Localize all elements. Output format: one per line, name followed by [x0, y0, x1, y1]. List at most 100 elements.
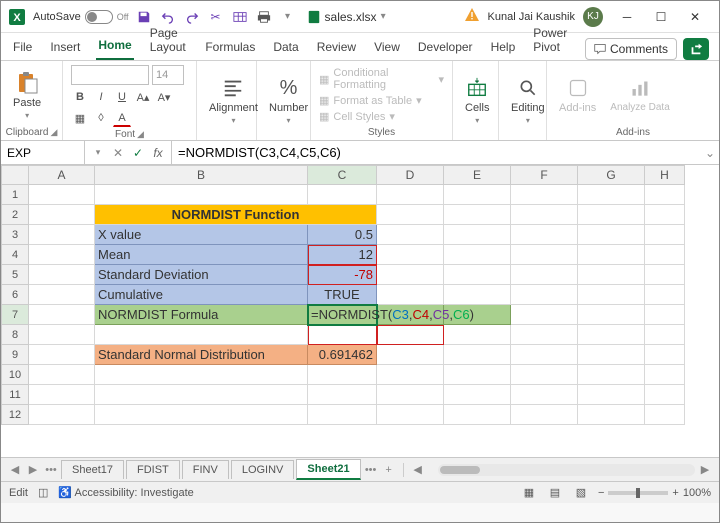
zoom-out-button[interactable]: −: [598, 487, 604, 499]
cell[interactable]: [29, 205, 95, 225]
conditional-formatting-button[interactable]: ▦Conditional Formatting ▾: [319, 67, 444, 91]
cell[interactable]: [511, 245, 578, 265]
cell[interactable]: [578, 225, 645, 245]
zoom-slider[interactable]: [608, 491, 668, 495]
cell[interactable]: [29, 285, 95, 305]
cell[interactable]: [444, 245, 511, 265]
cell[interactable]: Standard Deviation: [95, 265, 308, 285]
row-head-6[interactable]: 6: [1, 285, 29, 305]
sheet-tab-loginv[interactable]: LOGINV: [231, 460, 295, 479]
cell[interactable]: [511, 265, 578, 285]
sheet-nav-next-icon[interactable]: ▶: [25, 462, 41, 478]
spreadsheet-grid[interactable]: A B C D E F G H 123456789101112 NORMDIST…: [1, 165, 719, 457]
font-name-select[interactable]: [71, 65, 149, 85]
cell[interactable]: [645, 265, 685, 285]
cell[interactable]: [511, 185, 578, 205]
cell[interactable]: [444, 325, 511, 345]
cell[interactable]: [95, 385, 308, 405]
cell[interactable]: X value: [95, 225, 308, 245]
cell[interactable]: [578, 325, 645, 345]
cell[interactable]: [29, 405, 95, 425]
cell[interactable]: [645, 345, 685, 365]
row-head-11[interactable]: 11: [1, 385, 29, 405]
cell[interactable]: [29, 225, 95, 245]
editing-button[interactable]: Editing▾: [507, 74, 549, 127]
row-head-2[interactable]: 2: [1, 205, 29, 225]
cell[interactable]: [511, 205, 578, 225]
cell[interactable]: [95, 365, 308, 385]
cell[interactable]: [578, 265, 645, 285]
cell[interactable]: [377, 225, 444, 245]
sheet-tab-finv[interactable]: FINV: [182, 460, 229, 479]
cell[interactable]: [511, 225, 578, 245]
fill-color-button[interactable]: ◊: [92, 109, 110, 127]
cell[interactable]: [645, 245, 685, 265]
autosave-toggle[interactable]: AutoSave Off: [33, 10, 129, 24]
cell[interactable]: [444, 345, 511, 365]
row-head-10[interactable]: 10: [1, 365, 29, 385]
hscroll-left-icon[interactable]: ◀: [410, 462, 426, 478]
cell[interactable]: [578, 365, 645, 385]
minimize-button[interactable]: ─: [611, 4, 643, 30]
sheet-tab-sheet17[interactable]: Sheet17: [61, 460, 124, 479]
cell[interactable]: Cumulative: [95, 285, 308, 305]
select-all-corner[interactable]: [1, 165, 29, 185]
cell[interactable]: [308, 385, 377, 405]
row-head-3[interactable]: 3: [1, 225, 29, 245]
cell[interactable]: [578, 345, 645, 365]
cell[interactable]: [511, 325, 578, 345]
zoom-in-button[interactable]: +: [672, 487, 678, 499]
qat-dropdown-icon[interactable]: ▾: [281, 10, 295, 24]
row-head-12[interactable]: 12: [1, 405, 29, 425]
tab-page-layout[interactable]: Page Layout: [148, 22, 190, 60]
cell[interactable]: [511, 385, 578, 405]
cell[interactable]: [308, 405, 377, 425]
sheet-tab-fdist[interactable]: FDIST: [126, 460, 180, 479]
page-break-view-icon[interactable]: ▧: [572, 485, 590, 501]
cell[interactable]: 0.5: [308, 225, 377, 245]
cell[interactable]: [444, 225, 511, 245]
cell[interactable]: [578, 385, 645, 405]
cell[interactable]: [645, 225, 685, 245]
enter-icon[interactable]: ✓: [131, 146, 145, 160]
cell[interactable]: [645, 205, 685, 225]
cell[interactable]: [444, 285, 511, 305]
cell[interactable]: [511, 305, 578, 325]
paste-button[interactable]: Paste ▾: [9, 69, 45, 122]
tab-view[interactable]: View: [372, 36, 402, 60]
accessibility-status[interactable]: ♿ Accessibility: Investigate: [58, 486, 193, 499]
cancel-icon[interactable]: ✕: [111, 146, 125, 160]
cell[interactable]: [444, 385, 511, 405]
font-color-button[interactable]: A: [113, 109, 131, 127]
close-button[interactable]: ✕: [679, 4, 711, 30]
cell[interactable]: [29, 305, 95, 325]
cell[interactable]: [578, 205, 645, 225]
cell[interactable]: Mean: [95, 245, 308, 265]
cell[interactable]: [444, 265, 511, 285]
col-head-b[interactable]: B: [95, 165, 308, 185]
tab-power-pivot[interactable]: Power Pivot: [531, 22, 571, 60]
comments-button[interactable]: Comments: [585, 38, 677, 60]
tab-insert[interactable]: Insert: [48, 36, 82, 60]
col-head-g[interactable]: G: [578, 165, 645, 185]
cell[interactable]: [29, 325, 95, 345]
alignment-button[interactable]: Alignment▾: [205, 74, 262, 127]
zoom-level[interactable]: 100%: [683, 487, 711, 499]
cell[interactable]: [377, 285, 444, 305]
cell[interactable]: [511, 345, 578, 365]
cell[interactable]: [377, 385, 444, 405]
row-head-9[interactable]: 9: [1, 345, 29, 365]
filename[interactable]: sales.xlsx ▾: [307, 10, 386, 24]
cell[interactable]: [511, 285, 578, 305]
cell[interactable]: [578, 185, 645, 205]
cut-icon[interactable]: ✂: [209, 10, 223, 24]
border-button[interactable]: ▦: [71, 109, 89, 127]
cell[interactable]: [578, 245, 645, 265]
cell[interactable]: [29, 265, 95, 285]
cell[interactable]: [645, 325, 685, 345]
cell[interactable]: [377, 205, 444, 225]
cell[interactable]: [578, 285, 645, 305]
col-head-e[interactable]: E: [444, 165, 511, 185]
underline-button[interactable]: U: [113, 88, 131, 106]
cell[interactable]: [578, 305, 645, 325]
